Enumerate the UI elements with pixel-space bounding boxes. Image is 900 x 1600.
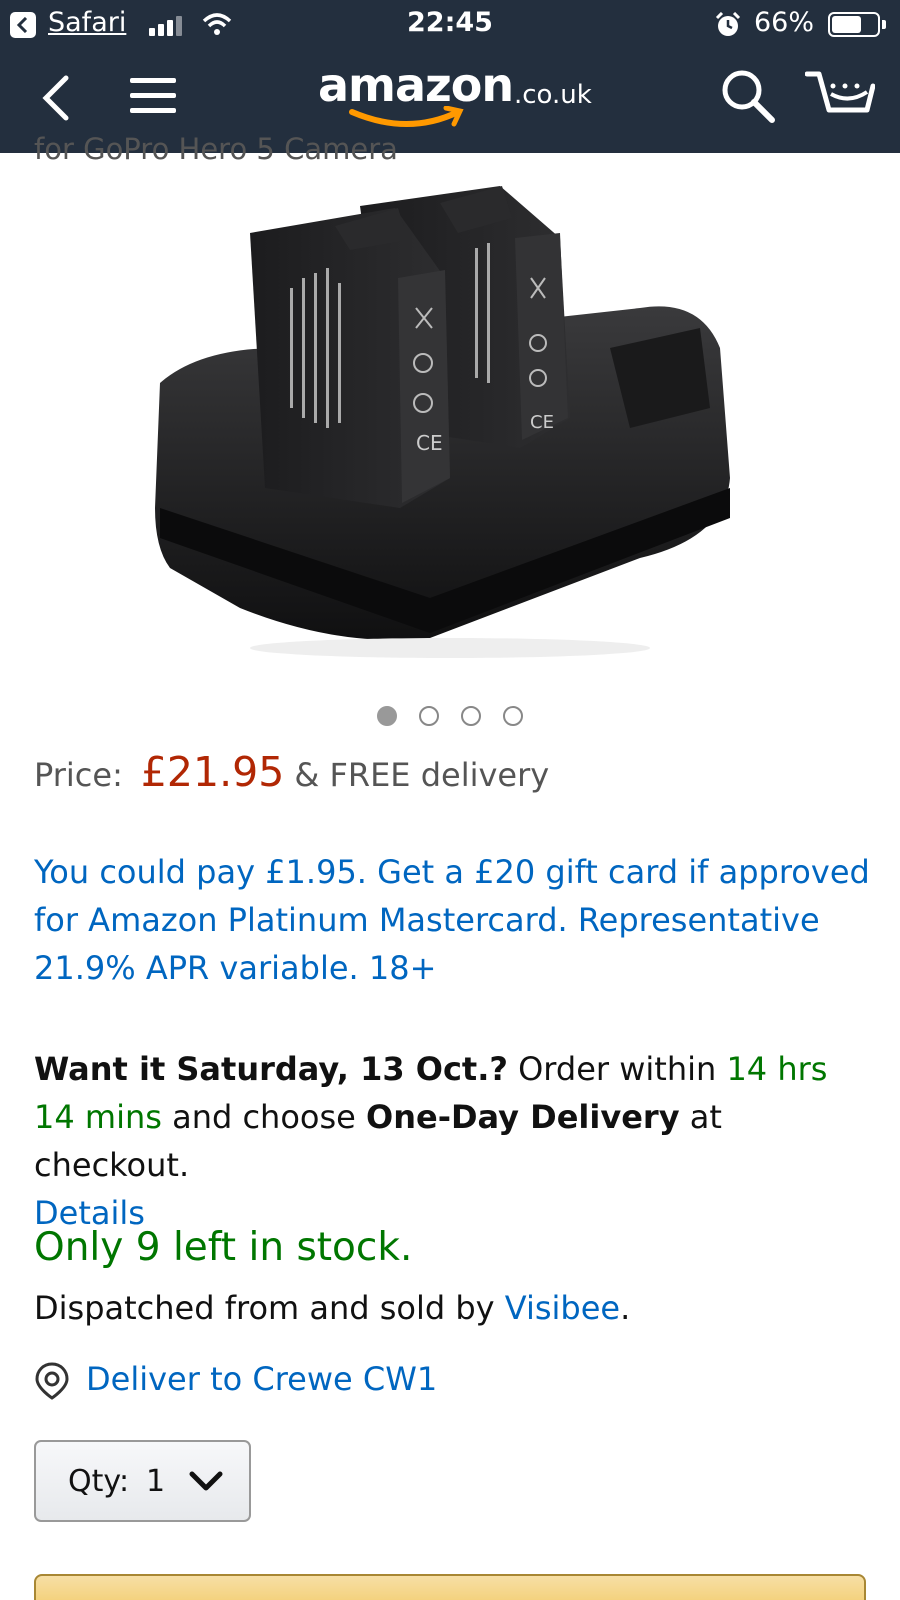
choose-text: and choose — [172, 1098, 356, 1136]
seller-link[interactable]: Visibee — [505, 1289, 620, 1327]
free-delivery-text: & FREE delivery — [294, 756, 550, 794]
carousel-dot[interactable] — [377, 705, 397, 726]
alarm-icon — [715, 12, 741, 36]
quantity-dropdown[interactable]: Qty: 1 — [34, 1440, 251, 1522]
stock-status: Only 9 left in stock. — [34, 1225, 413, 1270]
quantity-label: Qty: — [68, 1464, 130, 1499]
image-carousel-indicator[interactable] — [0, 705, 900, 726]
svg-text:CE: CE — [530, 412, 554, 433]
delivery-date: Want it Saturday, 13 Oct.? — [34, 1050, 508, 1088]
svg-text:CE: CE — [416, 431, 443, 455]
carousel-dot[interactable] — [419, 705, 439, 726]
add-to-basket-button[interactable] — [34, 1574, 866, 1600]
battery-tip — [882, 20, 886, 29]
price-label: Price: — [34, 756, 123, 794]
delivery-method: One-Day Delivery — [366, 1098, 680, 1136]
carousel-dot[interactable] — [461, 705, 481, 726]
logo-smile-icon — [349, 106, 464, 127]
battery-percent: 66% — [754, 7, 815, 38]
price-value: £21.95 — [140, 748, 285, 796]
seller-info: Dispatched from and sold by Visibee. — [34, 1289, 630, 1327]
logo-wordmark: amazon — [318, 58, 514, 112]
carousel-dot[interactable] — [503, 705, 523, 726]
product-title: for GoPro Hero 5 Camera — [34, 132, 398, 166]
battery-icon — [828, 12, 880, 37]
dispatched-text: Dispatched from and sold by — [34, 1289, 495, 1327]
logo-domain: .co.uk — [514, 80, 592, 110]
cart-icon[interactable] — [805, 68, 875, 124]
battery-level — [832, 16, 862, 33]
order-within-text: Order within — [518, 1050, 717, 1088]
amazon-logo[interactable]: amazon .co.uk — [318, 58, 598, 138]
deliver-to-location[interactable]: Deliver to Crewe CW1 — [34, 1358, 534, 1400]
product-image[interactable]: CE CE — [140, 178, 760, 668]
credit-card-promo-link[interactable]: You could pay £1.95. Get a £20 gift card… — [34, 848, 874, 992]
deliver-to-text[interactable]: Deliver to Crewe CW1 — [86, 1360, 437, 1398]
seller-suffix: . — [620, 1289, 631, 1327]
status-bar: Safari 22:45 66% — [0, 0, 900, 50]
delivery-message: Want it Saturday, 13 Oct.? Order within … — [34, 1045, 874, 1237]
chevron-down-icon — [189, 1471, 223, 1491]
location-pin-icon — [35, 1362, 69, 1400]
search-icon[interactable] — [720, 68, 776, 124]
price-row: Price: £21.95 & FREE delivery — [34, 748, 549, 796]
quantity-value: 1 — [146, 1464, 166, 1499]
back-arrow-icon[interactable] — [38, 72, 78, 124]
menu-icon[interactable] — [130, 76, 176, 116]
